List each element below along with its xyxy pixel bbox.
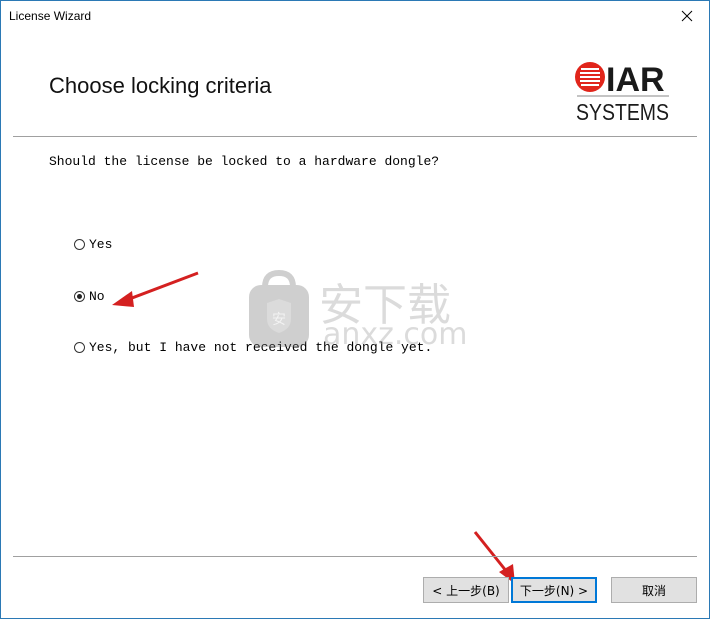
header-divider — [13, 136, 697, 137]
back-button[interactable]: < 上一步(B) — [423, 577, 509, 603]
option-no-label: No — [89, 289, 105, 304]
page-title: Choose locking criteria — [49, 73, 272, 98]
question-text: Should the license be locked to a hardwa… — [49, 154, 440, 169]
radio-yes-not-received[interactable] — [74, 342, 85, 353]
option-no[interactable]: No — [74, 289, 105, 304]
watermark-badge-char: 安 — [272, 312, 286, 328]
logo-emblem-icon — [575, 62, 605, 92]
option-yes-not-received[interactable]: Yes, but I have not received the dongle … — [74, 340, 432, 355]
close-icon — [681, 10, 693, 22]
radio-yes[interactable] — [74, 239, 85, 250]
option-yes[interactable]: Yes — [74, 237, 112, 252]
cancel-button[interactable]: 取消 — [611, 577, 697, 603]
footer-divider — [13, 556, 697, 557]
watermark-cn-text: 安下载 — [319, 280, 451, 331]
window-title: License Wizard — [9, 9, 92, 23]
license-wizard-window: License Wizard Choose locking criteria I… — [0, 0, 710, 619]
radio-no[interactable] — [74, 291, 85, 302]
next-button[interactable]: 下一步(N) > — [511, 577, 597, 603]
title-bar: License Wizard — [1, 1, 709, 32]
iar-systems-logo: IAR SYSTEMS — [573, 58, 673, 125]
option-yes-not-received-label: Yes, but I have not received the dongle … — [89, 340, 433, 355]
logo-brand-bottom: SYSTEMS — [576, 99, 669, 124]
watermark-bag-icon — [249, 269, 309, 347]
logo-brand-top: IAR — [606, 61, 665, 99]
close-button[interactable] — [665, 1, 709, 32]
option-yes-label: Yes — [89, 237, 113, 252]
annotation-arrow-no — [112, 271, 199, 307]
